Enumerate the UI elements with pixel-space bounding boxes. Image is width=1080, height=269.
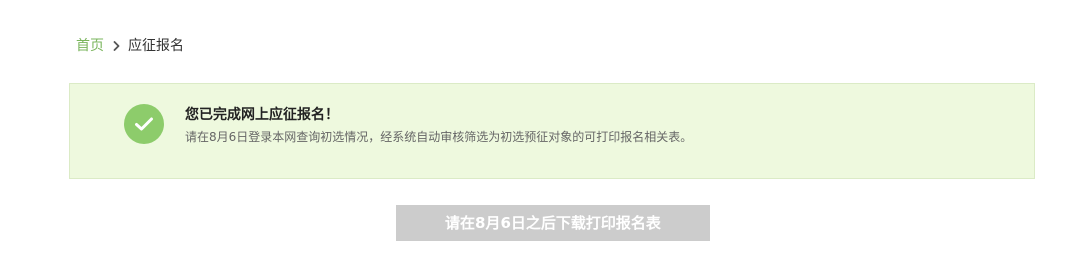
breadcrumb-home-link[interactable]: 首页	[76, 36, 104, 56]
download-form-button[interactable]: 请在8月6日之后下载打印报名表	[396, 205, 710, 241]
page: 首页 应征报名 您已完成网上应征报名！ 请在8月6日登录本网查询初选情况，经系统…	[0, 0, 1080, 269]
chevron-right-icon	[113, 41, 120, 51]
breadcrumb: 首页 应征报名	[76, 36, 184, 56]
breadcrumb-current: 应征报名	[128, 38, 184, 54]
success-notice: 您已完成网上应征报名！ 请在8月6日登录本网查询初选情况，经系统自动审核筛选为初…	[69, 83, 1035, 179]
notice-description: 请在8月6日登录本网查询初选情况，经系统自动审核筛选为初选预征对象的可打印报名相…	[185, 130, 693, 144]
check-circle-icon	[124, 104, 164, 144]
notice-title: 您已完成网上应征报名！	[185, 107, 339, 123]
